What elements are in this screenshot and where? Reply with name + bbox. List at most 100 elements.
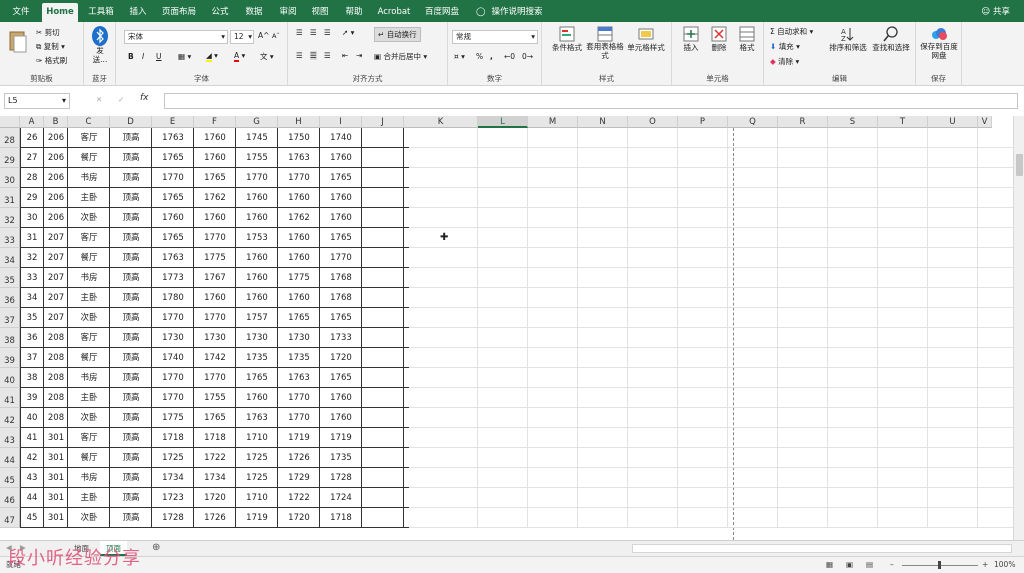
- cell-e44[interactable]: 1725: [152, 448, 194, 468]
- cell-b31[interactable]: 206: [44, 188, 68, 208]
- cell-d34[interactable]: 顶高: [110, 248, 152, 268]
- cell-g39[interactable]: 1735: [236, 348, 278, 368]
- column-header-s[interactable]: S: [828, 116, 878, 128]
- cell-i39[interactable]: 1720: [320, 348, 362, 368]
- cell-f29[interactable]: 1760: [194, 148, 236, 168]
- cell-b44[interactable]: 301: [44, 448, 68, 468]
- cell-d44[interactable]: 顶高: [110, 448, 152, 468]
- column-header-o[interactable]: O: [628, 116, 678, 128]
- tab-review[interactable]: 审阅: [274, 3, 302, 22]
- column-header-n[interactable]: N: [578, 116, 628, 128]
- cell-e34[interactable]: 1763: [152, 248, 194, 268]
- cell-a37[interactable]: 35: [20, 308, 44, 328]
- row-header[interactable]: 32: [0, 208, 20, 228]
- align-center-button[interactable]: ☰: [310, 51, 317, 60]
- cell-b46[interactable]: 301: [44, 488, 68, 508]
- cell-c29[interactable]: 餐厅: [68, 148, 110, 168]
- cell-h37[interactable]: 1765: [278, 308, 320, 328]
- tab-baidu-netdisk[interactable]: 百度网盘: [420, 3, 464, 22]
- cell-a39[interactable]: 37: [20, 348, 44, 368]
- tab-data[interactable]: 数据: [240, 3, 268, 22]
- row-header[interactable]: 33: [0, 228, 20, 248]
- merge-center-button[interactable]: ▣ 合并后居中 ▾: [374, 51, 427, 62]
- conditional-formatting-button[interactable]: 条件格式: [548, 26, 586, 53]
- cell-f28[interactable]: 1760: [194, 128, 236, 148]
- cell-i37[interactable]: 1765: [320, 308, 362, 328]
- cell-c47[interactable]: 次卧: [68, 508, 110, 528]
- cell-a28[interactable]: 26: [20, 128, 44, 148]
- cell-i34[interactable]: 1770: [320, 248, 362, 268]
- cell-g42[interactable]: 1763: [236, 408, 278, 428]
- cell-f46[interactable]: 1720: [194, 488, 236, 508]
- paste-button[interactable]: [8, 28, 28, 54]
- cell-d31[interactable]: 顶高: [110, 188, 152, 208]
- cell-a42[interactable]: 40: [20, 408, 44, 428]
- cell-g28[interactable]: 1745: [236, 128, 278, 148]
- cell-e46[interactable]: 1723: [152, 488, 194, 508]
- cell-b43[interactable]: 301: [44, 428, 68, 448]
- select-all-corner[interactable]: [0, 116, 20, 128]
- cell-e28[interactable]: 1763: [152, 128, 194, 148]
- cell-i45[interactable]: 1728: [320, 468, 362, 488]
- cell-e42[interactable]: 1775: [152, 408, 194, 428]
- cell-f47[interactable]: 1726: [194, 508, 236, 528]
- column-header-i[interactable]: I: [320, 116, 362, 128]
- cell-d40[interactable]: 顶高: [110, 368, 152, 388]
- row-header[interactable]: 40: [0, 368, 20, 388]
- cell-i40[interactable]: 1765: [320, 368, 362, 388]
- column-header-a[interactable]: A: [20, 116, 44, 128]
- cell-c30[interactable]: 书房: [68, 168, 110, 188]
- cell-c41[interactable]: 主卧: [68, 388, 110, 408]
- vertical-scrollbar[interactable]: [1013, 116, 1024, 540]
- bottom-align-button[interactable]: ☰: [324, 28, 331, 37]
- tab-view[interactable]: 视图: [306, 3, 334, 22]
- cell-f43[interactable]: 1718: [194, 428, 236, 448]
- column-header-v[interactable]: V: [978, 116, 992, 128]
- cell-styles-button[interactable]: 单元格样式: [624, 26, 668, 53]
- cell-a32[interactable]: 30: [20, 208, 44, 228]
- column-header-f[interactable]: F: [194, 116, 236, 128]
- phonetic-button[interactable]: 文 ▾: [260, 51, 274, 62]
- grow-font-button[interactable]: A^: [258, 31, 269, 40]
- cell-b39[interactable]: 208: [44, 348, 68, 368]
- cell-c40[interactable]: 书房: [68, 368, 110, 388]
- find-select-button[interactable]: 查找和选择: [870, 26, 912, 53]
- cell-g45[interactable]: 1725: [236, 468, 278, 488]
- cell-i30[interactable]: 1765: [320, 168, 362, 188]
- cell-c32[interactable]: 次卧: [68, 208, 110, 228]
- cell-g47[interactable]: 1719: [236, 508, 278, 528]
- format-painter-button[interactable]: ✑ 格式刷: [36, 55, 67, 66]
- indent-increase-button[interactable]: ⇥: [356, 51, 362, 60]
- cell-b34[interactable]: 207: [44, 248, 68, 268]
- column-header-e[interactable]: E: [152, 116, 194, 128]
- zoom-in-button[interactable]: +: [982, 557, 988, 573]
- cell-i28[interactable]: 1740: [320, 128, 362, 148]
- cell-i36[interactable]: 1768: [320, 288, 362, 308]
- cell-e38[interactable]: 1730: [152, 328, 194, 348]
- percent-button[interactable]: %: [476, 52, 483, 61]
- column-header-g[interactable]: G: [236, 116, 278, 128]
- cell-a46[interactable]: 44: [20, 488, 44, 508]
- cell-h43[interactable]: 1719: [278, 428, 320, 448]
- cell-b42[interactable]: 208: [44, 408, 68, 428]
- cell-a38[interactable]: 36: [20, 328, 44, 348]
- cell-g46[interactable]: 1710: [236, 488, 278, 508]
- cell-b38[interactable]: 208: [44, 328, 68, 348]
- column-header-p[interactable]: P: [678, 116, 728, 128]
- cell-f41[interactable]: 1755: [194, 388, 236, 408]
- cell-i38[interactable]: 1733: [320, 328, 362, 348]
- row-header[interactable]: 36: [0, 288, 20, 308]
- cell-f34[interactable]: 1775: [194, 248, 236, 268]
- column-header-k[interactable]: K: [404, 116, 478, 128]
- cell-g31[interactable]: 1760: [236, 188, 278, 208]
- cell-h31[interactable]: 1760: [278, 188, 320, 208]
- format-as-table-button[interactable]: 套用表格格式: [586, 26, 624, 60]
- cell-a47[interactable]: 45: [20, 508, 44, 528]
- normal-view-button[interactable]: ▦: [826, 557, 833, 573]
- comma-button[interactable]: ,: [490, 52, 493, 61]
- cell-i29[interactable]: 1760: [320, 148, 362, 168]
- cell-e40[interactable]: 1770: [152, 368, 194, 388]
- cell-b32[interactable]: 206: [44, 208, 68, 228]
- bold-button[interactable]: B: [128, 52, 134, 61]
- cell-a40[interactable]: 38: [20, 368, 44, 388]
